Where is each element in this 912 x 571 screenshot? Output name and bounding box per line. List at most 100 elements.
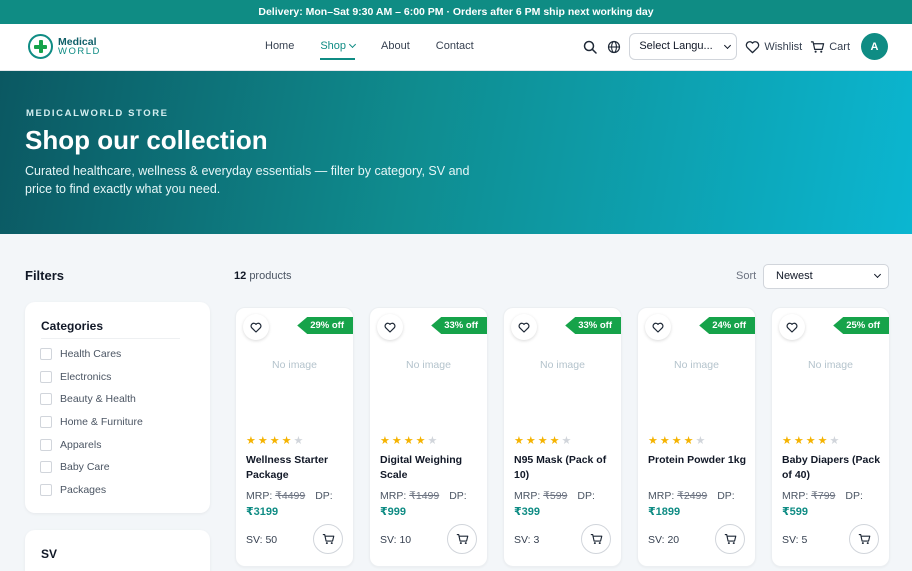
- star-icon: ★: [659, 435, 670, 447]
- product-card[interactable]: 33% off No image ★ ★ ★ ★ ★ Digital Weighing Sca…: [369, 307, 488, 567]
- heart-icon: [652, 322, 664, 333]
- checkbox[interactable]: [40, 348, 52, 360]
- language-select[interactable]: Select Langu...: [629, 33, 738, 60]
- brand-logo[interactable]: Medical WORLD: [28, 34, 101, 59]
- nav-link-about[interactable]: About: [381, 40, 410, 60]
- checkbox[interactable]: [40, 439, 52, 451]
- nav-link-shop[interactable]: Shop: [320, 40, 357, 60]
- product-card[interactable]: 29% off No image ★ ★ ★ ★ ★ Wellness Starter Pac…: [235, 307, 354, 567]
- star-icon: ★: [561, 435, 572, 447]
- wishlist-heart-button[interactable]: [779, 314, 805, 340]
- image-placeholder: No image: [674, 359, 719, 371]
- category-health-cares[interactable]: Health Cares: [40, 348, 121, 360]
- nav-tools: Select Langu... Wishlist Cart A: [581, 33, 888, 60]
- rating-stars: ★ ★ ★ ★ ★: [380, 435, 439, 447]
- dp-price: ₹399: [514, 506, 541, 518]
- mrp-line: MRP: ₹1499 DP:: [380, 490, 467, 502]
- product-card[interactable]: 24% off No image ★ ★ ★ ★ ★ Protein Powder 1kg MR…: [637, 307, 756, 567]
- add-to-cart-button[interactable]: [447, 524, 477, 554]
- medical-cross-icon: [28, 34, 53, 59]
- image-placeholder: No image: [272, 359, 317, 371]
- globe-icon[interactable]: [605, 38, 623, 56]
- cart-link[interactable]: Cart: [810, 40, 850, 54]
- brand-name-line1: Medical: [58, 35, 97, 48]
- star-icon: ★: [648, 435, 658, 447]
- hero-subtitle: Curated healthcare, wellness & everyday …: [25, 164, 470, 196]
- nav-link-contact[interactable]: Contact: [436, 40, 474, 60]
- heart-icon: [746, 40, 760, 53]
- product-card[interactable]: 33% off No image ★ ★ ★ ★ ★ N95 Mask (Pack of 10…: [503, 307, 622, 567]
- star-icon: ★: [695, 435, 706, 447]
- nav-link-home[interactable]: Home: [265, 40, 294, 60]
- wishlist-heart-button[interactable]: [377, 314, 403, 340]
- checkbox[interactable]: [40, 393, 52, 405]
- category-baby-care[interactable]: Baby Care: [40, 461, 110, 473]
- dp-price: ₹1899: [648, 506, 681, 518]
- product-name[interactable]: Baby Diapers (Pack of 40): [782, 453, 882, 483]
- brand-name-line2: WORLD: [58, 45, 101, 57]
- category-electronics[interactable]: Electronics: [40, 371, 111, 383]
- dp-label: DP:: [577, 490, 595, 502]
- product-card[interactable]: 25% off No image ★ ★ ★ ★ ★ Baby Diapers (Pack o…: [771, 307, 890, 567]
- nav-menu: Home Shop About Contact: [265, 40, 500, 60]
- dp-label: DP:: [449, 490, 467, 502]
- dp-label: DP:: [717, 490, 735, 502]
- dp-price: ₹3199: [246, 506, 279, 518]
- cart-icon: [456, 533, 468, 545]
- mrp-price: ₹2499: [677, 490, 708, 502]
- add-to-cart-button[interactable]: [313, 524, 343, 554]
- product-count: 12 products: [234, 270, 292, 282]
- hero-eyebrow: MEDICALWORLD STORE: [26, 108, 169, 119]
- heart-icon: [786, 322, 798, 333]
- category-apparels[interactable]: Apparels: [40, 439, 101, 451]
- category-home-furniture[interactable]: Home & Furniture: [40, 416, 143, 428]
- add-to-cart-button[interactable]: [581, 524, 611, 554]
- star-icon: ★: [817, 435, 828, 447]
- product-name[interactable]: Wellness Starter Package: [246, 453, 346, 483]
- product-name[interactable]: N95 Mask (Pack of 10): [514, 453, 614, 483]
- star-icon: ★: [257, 435, 268, 447]
- cart-icon: [322, 533, 334, 545]
- discount-badge: 33% off: [431, 317, 487, 334]
- sort-label: Sort: [736, 270, 757, 282]
- mrp-price: ₹799: [811, 490, 836, 502]
- wishlist-heart-button[interactable]: [511, 314, 537, 340]
- add-to-cart-button[interactable]: [715, 524, 745, 554]
- star-icon: ★: [281, 435, 292, 447]
- chevron-down-icon: [724, 41, 732, 50]
- product-name[interactable]: Digital Weighing Scale: [380, 453, 480, 483]
- star-icon: ★: [246, 435, 256, 447]
- product-name[interactable]: Protein Powder 1kg: [648, 453, 748, 468]
- main-nav: Medical WORLD Home Shop About Contact Se…: [0, 24, 912, 71]
- mrp-line: MRP: ₹2499 DP:: [648, 490, 735, 502]
- hero-banner: MEDICALWORLD STORE Shop our collection C…: [0, 71, 912, 234]
- heart-icon: [250, 322, 262, 333]
- sv-value: SV: 10: [380, 534, 412, 546]
- checkbox[interactable]: [40, 484, 52, 496]
- wishlist-heart-button[interactable]: [645, 314, 671, 340]
- heart-icon: [518, 322, 530, 333]
- checkbox[interactable]: [40, 371, 52, 383]
- image-placeholder: No image: [540, 359, 585, 371]
- sv-value: SV: 3: [514, 534, 540, 546]
- sort-select-value: Newest: [776, 270, 813, 282]
- category-packages[interactable]: Packages: [40, 484, 106, 496]
- sv-value: SV: 50: [246, 534, 278, 546]
- checkbox[interactable]: [40, 416, 52, 428]
- checkbox[interactable]: [40, 461, 52, 473]
- category-beauty-health[interactable]: Beauty & Health: [40, 393, 136, 405]
- dp-price: ₹599: [782, 506, 809, 518]
- star-icon: ★: [829, 435, 840, 447]
- star-icon: ★: [391, 435, 402, 447]
- star-icon: ★: [427, 435, 438, 447]
- rating-stars: ★ ★ ★ ★ ★: [648, 435, 707, 447]
- sort-select[interactable]: Newest: [763, 264, 889, 289]
- add-to-cart-button[interactable]: [849, 524, 879, 554]
- categories-title: Categories: [41, 319, 104, 333]
- search-icon[interactable]: [581, 38, 599, 56]
- star-icon: ★: [403, 435, 414, 447]
- avatar[interactable]: A: [861, 33, 888, 60]
- wishlist-link[interactable]: Wishlist: [745, 40, 802, 54]
- dp-price: ₹999: [380, 506, 407, 518]
- wishlist-heart-button[interactable]: [243, 314, 269, 340]
